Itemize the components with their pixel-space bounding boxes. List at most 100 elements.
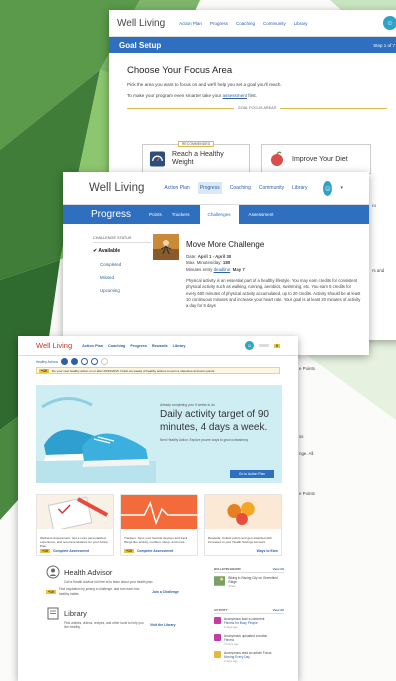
activity-view-all[interactable]: View All (273, 608, 284, 612)
health-advisor-title: Health Advisor (64, 567, 113, 577)
apple-icon (271, 151, 283, 166)
nav-coaching[interactable]: Coaching (108, 344, 125, 348)
nav-action-plan[interactable]: Action Plan (82, 344, 103, 348)
focus-card-weight[interactable]: RECOMMENDED Reach a Healthy Weight (142, 141, 250, 174)
action-dot-1[interactable] (60, 358, 68, 365)
card-rewards[interactable]: Rewards: Collect points and get rewarded… (204, 494, 282, 556)
recommended-badge: RECOMMENDED (177, 141, 215, 147)
status-available[interactable]: ✔ Available (93, 248, 151, 254)
nav-coaching[interactable]: Coaching (230, 185, 251, 191)
status-upcoming[interactable]: Upcoming (93, 288, 151, 293)
heartbeat-illustration (121, 495, 197, 529)
avatar[interactable]: ☺ (245, 341, 255, 350)
challenge-prompt-text: Find inspiration by joining a challenge,… (58, 587, 140, 596)
assessment-prompt: To make your program even smarter take y… (127, 93, 257, 98)
brand-logo[interactable]: Well Living (89, 182, 144, 194)
action-dot-5[interactable] (100, 358, 108, 365)
progress-window: Well Living Action Plan Progress Coachin… (63, 172, 369, 355)
focus-areas-divider: GOAL FOCUS AREAS (127, 106, 387, 110)
library-title: Library (64, 608, 87, 618)
nav-community[interactable]: Community (263, 21, 286, 26)
avatar[interactable]: ☺ (323, 180, 333, 196)
brand-logo[interactable]: Well Living (36, 341, 72, 350)
focus-card-diet-label: Improve Your Diet (292, 155, 348, 163)
nav-progress[interactable]: Progress (210, 21, 228, 26)
feature-cards: Wellness Assessment: Get a more personal… (36, 494, 282, 556)
challenge-title: Move More Challenge (186, 240, 265, 249)
tab-trackers[interactable]: Trackers (172, 212, 190, 217)
peek-text-4: ss (299, 434, 304, 439)
activity-header: ACTIVITY (214, 608, 228, 612)
advisor-icon (46, 565, 60, 579)
challenge-status-sidebar: CHALLENGE STATUS ✔ Available Completed M… (93, 236, 151, 301)
nav-progress[interactable]: Progress (197, 182, 222, 194)
activity-icon (214, 651, 221, 658)
activity-item[interactable]: Anonymous uploaded a button Fitness 3 hour… (214, 634, 284, 646)
tab-challenges[interactable]: Challenges (199, 205, 239, 224)
status-missed[interactable]: Missed (93, 275, 151, 280)
book-icon (47, 607, 59, 620)
peek-text-2: rs and (372, 268, 385, 273)
nav-action-plan[interactable]: Action Plan (164, 185, 189, 191)
peek-text-3: e Points (299, 366, 315, 371)
join-a-challenge-link[interactable]: Join a Challenge (152, 590, 179, 594)
card-points-badge: +10 (124, 549, 134, 553)
page-title: Progress (91, 209, 132, 220)
goal-setup-bar: Goal Setup Step 1 of 7 (109, 37, 396, 53)
go-to-action-plan-button[interactable]: Go to Action Plan (230, 470, 274, 478)
activity-item[interactable]: Anonymous read an article Focus Moving Ev… (214, 651, 284, 663)
complete-assessment-link[interactable]: Complete Assessment (53, 549, 89, 553)
card-trackers[interactable]: Trackers: Sync your favorite devices and… (120, 494, 198, 556)
nav-rewards[interactable]: Rewards (152, 344, 168, 348)
complete-assessment-link[interactable]: Complete Assessment (137, 549, 173, 553)
brand-logo[interactable]: Well Living (117, 18, 165, 29)
status-completed[interactable]: Completed (93, 262, 151, 267)
challenge-description: Physical activity is an essential part o… (186, 278, 361, 309)
bulletin-header: BULLETIN BOARD (214, 567, 241, 571)
bulletin-view-all[interactable]: View All (273, 567, 284, 571)
peek-text-5: nge. All (299, 451, 314, 456)
card-description: Wellness Assessment: Get a more personal… (40, 536, 109, 549)
bulletin-item-share[interactable]: Share (228, 584, 284, 588)
nav-action-plan[interactable]: Action Plan (179, 21, 202, 26)
ways-to-earn-link[interactable]: Ways to Earn (257, 549, 278, 553)
rewards-illustration (205, 495, 281, 529)
assessment-link[interactable]: assessment (223, 93, 248, 98)
nav-library[interactable]: Library (292, 185, 307, 191)
hero-headline: Daily activity target of 90 minutes, 4 d… (160, 409, 269, 433)
bulletin-item[interactable]: Biking in Racing City on Greenfield Ridg… (214, 576, 284, 588)
chevron-down-icon[interactable]: ▾ (340, 185, 343, 191)
goal-nav: Well Living Action Plan Progress Coachin… (109, 10, 396, 37)
deadline-link[interactable]: deadline (214, 267, 231, 272)
sneakers-illustration (36, 397, 156, 483)
challenge-status-header: CHALLENGE STATUS (93, 236, 151, 243)
peek-text-1: ro (372, 203, 376, 208)
card-wellness-assessment[interactable]: Wellness Assessment: Get a more personal… (36, 494, 114, 556)
avatar[interactable]: ☺ (383, 16, 396, 30)
points-badge[interactable]: 5 (274, 343, 280, 348)
health-advisor-section: Health Advisor Call a Health Advisor tol… (46, 565, 196, 596)
notice-banner: +10 Do your next healthy action on or af… (36, 367, 280, 374)
tab-assessment[interactable]: Assessment (249, 212, 274, 217)
challenge-meta: Date: April 1 - April 30 Max. Minutes/da… (186, 254, 245, 272)
activity-item[interactable]: Anonymous took a comment Fitness for Busy… (214, 617, 284, 629)
nav-coaching[interactable]: Coaching (236, 21, 255, 26)
nav-library[interactable]: Library (294, 21, 308, 26)
card-description: Rewards: Collect points and get rewarded… (208, 536, 272, 545)
nav-library[interactable]: Library (173, 344, 186, 348)
nav-community[interactable]: Community (259, 185, 284, 191)
advisor-points-badge: +10 (46, 590, 56, 595)
visit-library-link[interactable]: Visit the Library (150, 623, 176, 627)
peek-text-6: e Points (299, 491, 315, 496)
tab-points[interactable]: Points (149, 212, 162, 217)
action-dot-3[interactable] (80, 358, 88, 365)
scale-icon (149, 151, 166, 167)
card-description: Trackers: Sync your favorite devices and… (124, 536, 188, 545)
action-dot-4[interactable] (90, 358, 98, 365)
focus-card-weight-label: Reach a Healthy Weight (171, 150, 224, 166)
library-section: Library Find articles, videos, recipes, … (46, 606, 196, 630)
nav-progress[interactable]: Progress (130, 344, 146, 348)
action-dot-2[interactable] (70, 358, 78, 365)
bulletin-photo (214, 576, 226, 586)
focus-card-diet[interactable]: Improve Your Diet (261, 144, 371, 174)
